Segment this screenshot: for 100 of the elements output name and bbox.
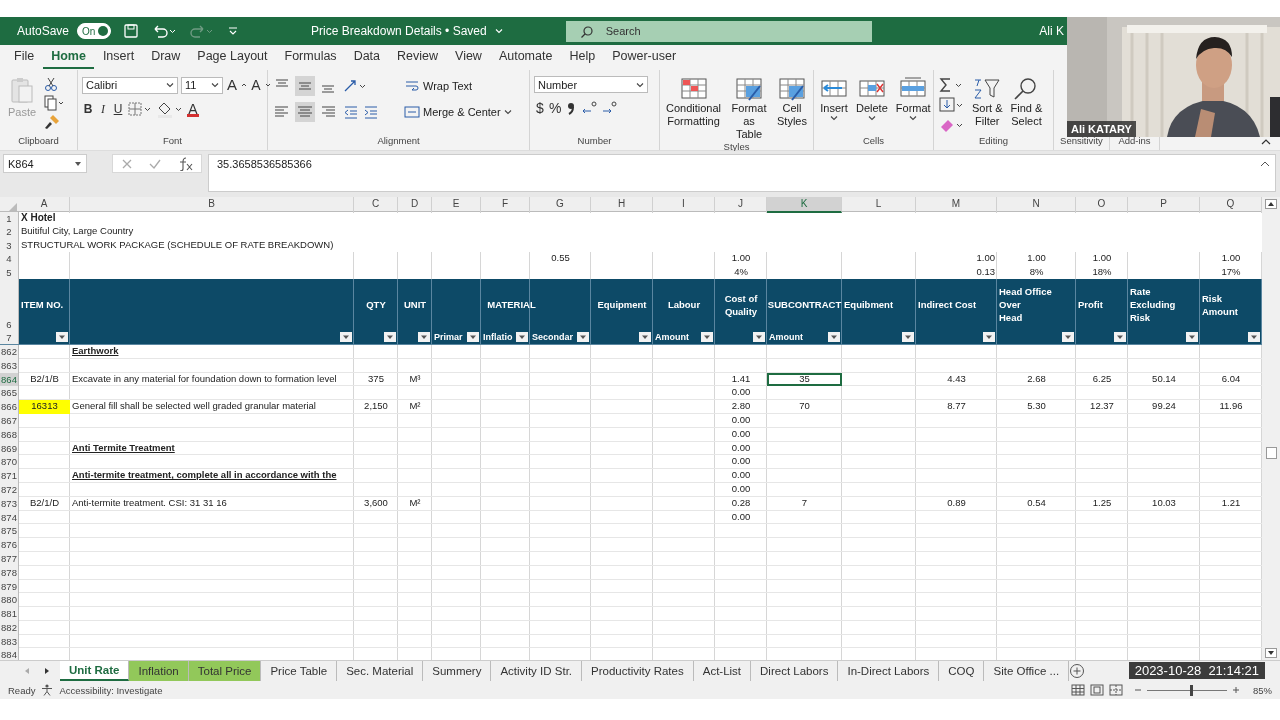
formula-field[interactable]: 35.3658536585366 [208,154,1276,192]
table-cell-text: 0.00 [730,441,752,455]
font-size-field[interactable]: 11 [185,79,197,91]
filter-dropdown-icon[interactable] [467,332,479,343]
group-label: Add-ins [1118,135,1151,146]
table-style-icon[interactable] [735,76,764,102]
styles-button[interactable]: Cell Styles [777,102,807,128]
document-title[interactable]: Price Breakdown Details • Saved [311,24,487,38]
table-cell-text: 4.43 [946,372,967,386]
row-number: 876 [0,538,19,552]
ribbon-tab[interactable]: Power-user [604,46,685,69]
conditional-format-icon[interactable] [679,76,708,102]
sheet-tab[interactable]: Total Price [188,661,262,681]
merge-center-button[interactable]: Merge & Center [423,102,501,122]
filter-dropdown-icon[interactable] [384,332,396,343]
add-sheet-icon[interactable] [1069,663,1086,679]
ribbon-tab[interactable]: Help [561,46,604,69]
group-label: Styles [723,141,750,152]
scroll-thumb[interactable] [1266,447,1277,459]
insert-function-icon[interactable] [177,156,194,171]
ribbon-tab[interactable]: Page Layout [189,46,276,69]
column-subheading: Inflatio [483,332,513,343]
currency-button[interactable]: $ [534,99,546,117]
page-layout-view-icon[interactable] [1090,684,1104,696]
increase-font-button[interactable]: A [226,76,238,94]
fill-color-icon[interactable] [156,100,184,118]
wrap-text-icon[interactable] [404,79,420,93]
filter-dropdown-icon[interactable] [902,332,914,343]
filter-dropdown-icon[interactable] [1248,332,1260,343]
underline-button[interactable]: U [112,100,124,118]
editing-button[interactable]: Find & Select [1010,102,1043,128]
ribbon-tab[interactable]: Automate [490,46,561,69]
filter-dropdown-icon[interactable] [1186,332,1198,343]
zoom-in-icon[interactable] [1232,686,1240,694]
table-cell-text: Buitiful City, Large Country [20,225,135,239]
editing-button[interactable]: Sort & Filter [972,102,1003,128]
styles-button[interactable]: Conditional Formatting [666,102,722,128]
ribbon-tab[interactable]: File [6,46,43,69]
save-icon[interactable] [123,23,140,39]
collapse-ribbon-icon[interactable] [1260,138,1272,146]
filter-dropdown-icon[interactable] [828,332,840,343]
filter-icon[interactable] [973,76,1002,102]
filter-dropdown-icon[interactable] [340,332,352,343]
table-cell-text: 17% [1220,265,1242,279]
wrap-text-button[interactable]: Wrap Text [423,76,473,96]
copy-icon[interactable] [44,95,64,111]
table-cell-text: M² [408,496,422,510]
page-break-view-icon[interactable] [1109,684,1123,696]
filter-dropdown-icon[interactable] [639,332,651,343]
filter-dropdown-icon[interactable] [418,332,430,343]
ribbon-tab[interactable]: Insert [94,46,143,69]
styles-button[interactable]: Format as Table [729,102,770,141]
decrease-font-button[interactable]: A [250,76,262,94]
chevron-down-icon[interactable] [503,109,512,115]
table-style-icon[interactable] [778,76,806,102]
column-heading: ITEM NO. [20,298,65,313]
scroll-up-icon[interactable] [1265,199,1277,209]
sheet-tab[interactable]: Unit Rate [60,661,130,681]
format-painter-icon[interactable] [44,114,60,130]
chevron-down-icon[interactable] [909,115,918,121]
chevron-down-icon[interactable] [867,115,876,121]
filter-dropdown-icon[interactable] [1114,332,1126,343]
filter-dropdown-icon[interactable] [516,332,528,343]
filter-dropdown-icon[interactable] [1062,332,1074,343]
filter-dropdown-icon[interactable] [577,332,589,343]
filter-dropdown-icon[interactable] [753,332,765,343]
column-header[interactable]: K [767,197,842,213]
cells-button[interactable]: Delete [856,102,888,115]
filter-dropdown-icon[interactable] [983,332,995,343]
cut-icon[interactable] [44,76,58,92]
normal-view-icon[interactable] [1071,684,1085,696]
autosave-toggle[interactable]: On [77,23,112,39]
scroll-down-icon[interactable] [1265,648,1277,658]
chevron-down-icon[interactable] [211,82,219,88]
merge-cells-icon[interactable] [404,105,420,119]
accessibility-icon[interactable] [40,683,55,697]
ribbon-tab[interactable]: Draw [143,46,189,69]
font-color-button[interactable]: A [187,101,199,117]
dropdown-icon[interactable] [74,160,82,167]
search-field[interactable]: Search [565,20,872,42]
collapse-formula-bar-icon[interactable] [1260,160,1270,168]
ribbon-tab[interactable]: Data [345,46,389,69]
bold-button[interactable]: B [82,100,94,118]
chevron-down-icon[interactable] [166,82,174,88]
ribbon-tab[interactable]: Formulas [276,46,345,69]
accessibility-status[interactable]: Accessibility: Investigate [59,684,163,696]
ribbon-tab[interactable]: Review [389,46,447,69]
percent-button[interactable]: % [549,99,562,117]
italic-button[interactable]: I [97,100,109,118]
table-cell-text: 7 [800,496,809,510]
ribbon-tab[interactable]: View [447,46,490,69]
sheet-tab[interactable]: Inflation [129,661,189,681]
filter-dropdown-icon[interactable] [56,332,68,343]
cells-button[interactable]: Insert [820,102,848,115]
chevron-down-icon[interactable] [830,115,838,121]
user-name[interactable]: Ali K [1039,24,1064,38]
cells-button[interactable]: Format [895,102,931,115]
zoom-level[interactable]: 85% [1253,684,1272,696]
filter-dropdown-icon[interactable] [701,332,713,343]
table-cell-text: 0.00 [730,455,752,469]
